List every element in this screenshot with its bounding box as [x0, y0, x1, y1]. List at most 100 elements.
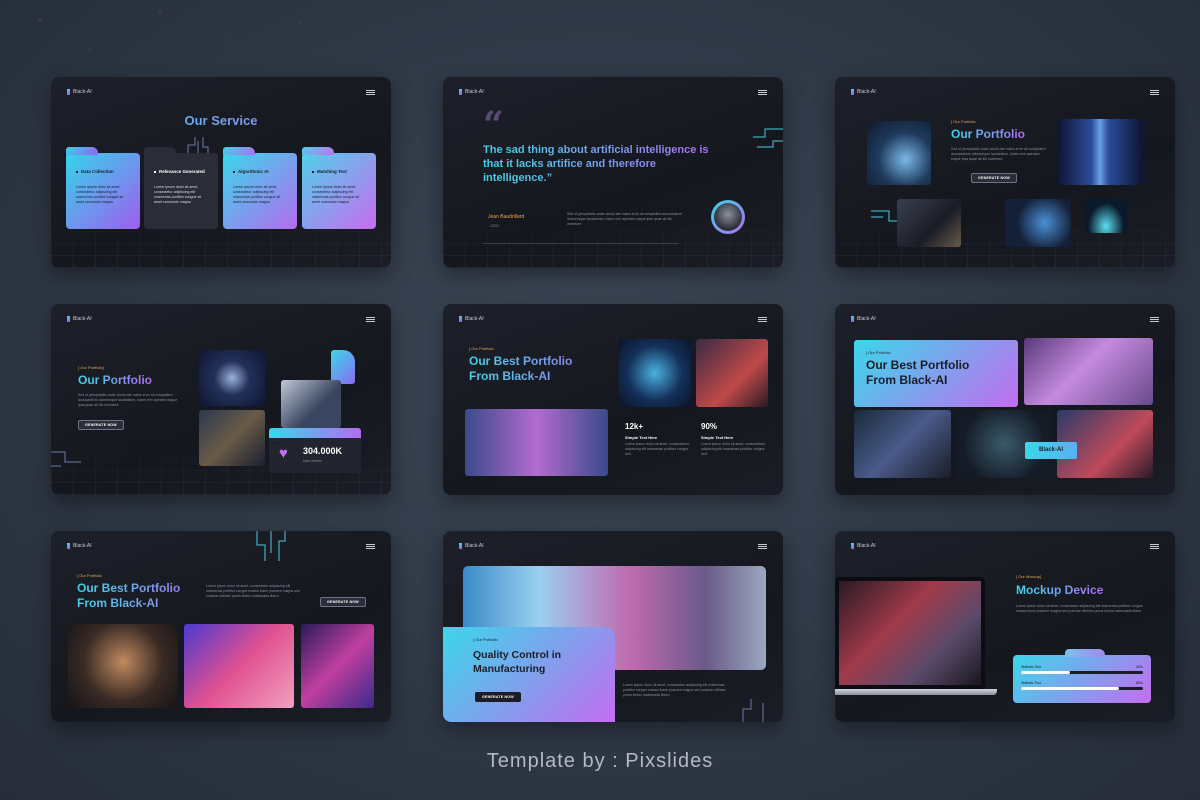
brand-label: Black-AI [465, 89, 484, 95]
title-panel: [ Our Portfolio Quality Control in Manuf… [443, 627, 615, 722]
stat-label: Simple Text Here [625, 435, 658, 440]
brand-logo-icon [67, 316, 70, 322]
section-tag: [ Our Portfolio [473, 637, 498, 642]
slide-title: Our Service [51, 113, 391, 128]
section-tag: [ Our Portfolio [866, 350, 891, 355]
laptop-screen-photo [839, 581, 981, 685]
brand-label: Black-AI [857, 89, 876, 95]
slide-best-portfolio-stats[interactable]: Black-AI [ Our Portfolio Our Best Portfo… [443, 304, 783, 495]
brand-label: Black-AI [465, 316, 484, 322]
quote-author: Jean Baudrillard [488, 214, 525, 220]
heart-icon: ♥ [279, 445, 288, 462]
brand: Black-AI [851, 543, 876, 549]
ai-hand-photo [867, 121, 931, 185]
slide-our-service[interactable]: Black-AI Our Service Data Collection Lor… [51, 77, 391, 268]
card-title: Matching Text [312, 169, 366, 174]
service-card[interactable]: Algorithmic AI Lorem ipsum dolor sit ame… [223, 147, 297, 229]
slide-description: Lorem ipsum dolor sit amet, consectetur … [206, 584, 300, 598]
slide-best-portfolio-grid[interactable]: Black-AI [ Our Portfolio Our Best Portfo… [835, 304, 1175, 495]
brand: Black-AI [67, 543, 92, 549]
card-tab [66, 147, 98, 155]
title-line: From Black-AI [77, 596, 159, 610]
title-line: Manufacturing [473, 663, 546, 675]
vr-man-photo [1024, 338, 1153, 405]
divider [483, 243, 678, 244]
brand-logo-icon [459, 316, 462, 322]
slide-portfolio-collage[interactable]: Black-AI [ Our Portfolio Our Portfolio S… [835, 77, 1175, 268]
generate-now-button[interactable]: GENERATE NOW [971, 173, 1017, 183]
slide-description: Lorem ipsum dolor sit amet, consectetur … [623, 683, 726, 697]
brand: Black-AI [67, 89, 92, 95]
hamburger-menu-icon [758, 544, 767, 549]
brand-label: Black-AI [73, 543, 92, 549]
stat-block: 90% Simple Text Here Lorem ipsum dolor s… [701, 422, 767, 457]
hamburger-menu-icon [366, 90, 375, 95]
slide-quote[interactable]: Black-AI “ The sad thing about artificia… [443, 77, 783, 268]
title-line: Our Best Portfolio [77, 581, 181, 595]
section-tag: [ Our Portfolio [77, 573, 102, 578]
slide-description: Lorem ipsum dolor sit amet, consectetur … [1016, 604, 1143, 613]
card-tab [302, 147, 334, 155]
card-tab [144, 147, 176, 155]
brand: Black-AI [459, 89, 484, 95]
quote-description: Sed ut perspiciatis unde omnis iste natu… [567, 212, 683, 226]
hamburger-menu-icon [1150, 90, 1159, 95]
stat-text: Lorem ipsum dolor sit amet, consectetuer… [701, 442, 766, 456]
section-tag: [ Our Portfolio [951, 119, 976, 124]
keyboard-photo [184, 624, 294, 708]
title-line: From Black-AI [866, 373, 948, 387]
code-monitor-photo [854, 410, 951, 478]
service-card[interactable]: Data Collection Lorem ipsum dolor sit am… [66, 147, 140, 229]
circuit-lines-icon [753, 128, 783, 148]
slide-best-portfolio-gallery[interactable]: Black-AI [ Our Portfolio Our Best Portfo… [51, 531, 391, 722]
slide-our-portfolio[interactable]: Black-AI [ Our Portfolio] Our Portfolio … [51, 304, 391, 495]
card-title: Data Collection [76, 169, 130, 174]
section-tag: [ Our Portfolio [469, 346, 494, 351]
brand: Black-AI [67, 316, 92, 322]
brand-logo-icon [67, 89, 70, 95]
accent-shape [331, 350, 355, 384]
stat-value: 304.000K [303, 446, 343, 456]
hamburger-menu-icon [1150, 544, 1159, 549]
card-title: Relevance Generated [154, 169, 208, 174]
generate-now-button[interactable]: GENERATE NOW [475, 692, 521, 702]
title-line: Our Best Portfolio [866, 358, 970, 372]
card-text: Lorem ipsum dolor sit amet, consectetur … [154, 185, 202, 204]
quote-text: The sad thing about artificial intellige… [483, 143, 718, 185]
stat-value: 12k+ [625, 422, 644, 431]
card-tab [223, 147, 255, 155]
slide-mockup-device[interactable]: Black-AI [ Our Mockup] Mockup Device Lor… [835, 531, 1175, 722]
author-avatar [711, 200, 745, 234]
slide-quality-control[interactable]: Black-AI [ Our Portfolio Quality Control… [443, 531, 783, 722]
circuit-lines-icon [256, 531, 286, 561]
stat-value: 40% [1135, 665, 1143, 669]
dancer-photo [465, 409, 608, 476]
hamburger-menu-icon [366, 317, 375, 322]
stat-label: Statistic One [1021, 665, 1042, 669]
stat-label: Statistic Two [1021, 681, 1042, 685]
generate-now-button[interactable]: GENERATE NOW [320, 597, 366, 607]
generate-now-button[interactable]: GENERATE NOW [78, 420, 124, 430]
glasses-man-photo [68, 624, 178, 708]
progress-fill [1021, 687, 1119, 690]
brand-label: Black-AI [857, 543, 876, 549]
brand-logo-icon [459, 543, 462, 549]
brand-logo-icon [851, 316, 854, 322]
brand-label: Black-AI [73, 316, 92, 322]
stat-value: 80% [1135, 681, 1143, 685]
card-title: Algorithmic AI [233, 169, 287, 174]
progress-fill [1021, 671, 1070, 674]
robot-photo [199, 350, 265, 406]
slide-title: Our Best Portfolio From Black-AI [469, 354, 609, 384]
title-line: Quality Control in [473, 649, 562, 661]
glow-disc-photo [1085, 199, 1127, 233]
vr-photo [281, 380, 341, 428]
brand-label: Black-AI [73, 89, 92, 95]
stat-text: Lorem ipsum dolor sit amet, consectetuer… [625, 442, 690, 456]
service-card[interactable]: Relevance Generated Lorem ipsum dolor si… [144, 147, 218, 229]
title-panel: [ Our Portfolio Our Best Portfolio From … [854, 340, 1018, 407]
service-card[interactable]: Matching Text Lorem ipsum dolor sit amet… [302, 147, 376, 229]
hamburger-menu-icon [758, 317, 767, 322]
stat-value: 90% [701, 422, 718, 431]
brand-badge: Black-AI [1025, 442, 1077, 459]
